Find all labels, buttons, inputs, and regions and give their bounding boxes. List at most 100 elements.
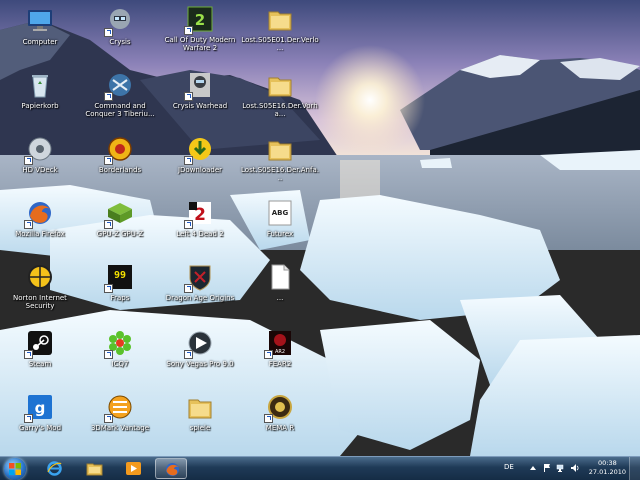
folder-icon [265,70,295,100]
desktop-icon-jdownloader[interactable]: JDownloader [161,134,239,186]
fear2-icon: AR2 [264,328,295,359]
steam-icon [24,328,55,359]
svg-text:ABG: ABG [272,209,289,217]
icon-label: Computer [22,38,58,46]
volume-icon[interactable] [570,463,580,473]
network-icon[interactable] [556,463,566,473]
game-icon [264,392,295,423]
icon-label: Mozilla Firefox [15,230,65,238]
desktop-icon-blank-file[interactable]: ... [241,262,319,314]
desktop-icon-cnc3[interactable]: Command and Conquer 3 Tiberiu... [81,70,159,122]
fraps-icon: 99 [104,262,135,293]
icon-label: Papierkorb [21,102,59,110]
icon-label: Steam [28,360,52,368]
icon-label: FEAR2 [268,360,292,368]
desktop-icon-norton[interactable]: Norton Internet Security [1,262,79,314]
taskbar-internet-explorer[interactable] [38,458,70,479]
garrys-mod-icon: g [24,392,55,423]
icon-label: GPU-Z GPU-Z [96,230,144,238]
clock-time: 00:38 [598,459,617,467]
start-button[interactable] [4,458,26,480]
norton-icon [25,262,55,292]
desktop-icon-spiele[interactable]: spiele [161,392,239,444]
taskbar-windows-explorer[interactable] [78,458,110,479]
taskbar-firefox[interactable] [155,458,187,479]
desktop-icon-futurex[interactable]: ABG Futurex [241,198,319,250]
text-document-icon: ABG [265,198,295,228]
crysis-icon [104,6,135,37]
gpu-z-icon [104,198,135,229]
desktop-icon-mema-r[interactable]: MEMA R [241,392,319,444]
show-desktop-button[interactable] [629,457,640,480]
show-hidden-icons-icon[interactable] [528,463,538,473]
desktop-icon-crysis[interactable]: Crysis [81,6,159,58]
taskbar-media-player[interactable] [117,458,149,479]
icon-label: spiele [189,424,211,432]
3dmark-icon [104,392,135,423]
icon-label: Lost.S05E01.Der.Verlo... [241,36,319,52]
icon-label: Sony Vegas Pro 9.0 [166,360,234,368]
desktop-icon-crysis-warhead[interactable]: Crysis Warhead [161,70,239,122]
icon-label: ICQ7 [111,360,129,368]
internet-explorer-icon [47,461,62,476]
icon-label: Borderlands [98,166,142,174]
desktop-icon-sony-vegas[interactable]: Sony Vegas Pro 9.0 [161,328,239,380]
crysis-warhead-icon [184,70,215,101]
desktop-icon-dragon-age[interactable]: Dragon Age Origins [161,262,239,314]
desktop-icon-computer[interactable]: Computer [1,6,79,58]
desktop-icon-borderlands[interactable]: Borderlands [81,134,159,186]
blank-file-icon [265,262,295,292]
desktop-icon-gpu-z[interactable]: GPU-Z GPU-Z [81,198,159,250]
icon-label: 3DMark Vantage [90,424,150,432]
icon-label: Left 4 Dead 2 [176,230,224,238]
desktop-icon-lost-s05e01[interactable]: Lost.S05E01.Der.Verlo... [241,4,319,56]
icon-label: HD VDeck [22,166,58,174]
icon-label: ... [276,294,284,302]
desktop-icon-hd-vdeck[interactable]: HD VDeck [1,134,79,186]
icon-label: Command and Conquer 3 Tiberiu... [85,102,155,118]
system-tray: DE 00:38 27.01.2010 [500,457,640,480]
folder-icon [185,392,215,422]
folder-icon [265,4,295,34]
desktop-icon-icq[interactable]: ICQ7 [81,328,159,380]
taskbar: DE 00:38 27.01.2010 [0,456,640,480]
icon-label: Norton Internet Security [13,294,67,310]
language-indicator[interactable]: DE [504,463,514,471]
dragon-age-icon [184,262,215,293]
desktop-icon-garrys-mod[interactable]: g Garry's Mod [1,392,79,444]
desktop-icon-fear2[interactable]: AR2 FEAR2 [241,328,319,380]
windows-logo-icon [9,463,21,475]
desktop-icon-fraps[interactable]: 99 Fraps [81,262,159,314]
cnc3-icon [104,70,135,101]
icq-icon [104,328,135,359]
icon-label: Futurex [266,230,294,238]
icon-label: MEMA R [265,424,295,432]
desktop-icon-recycle-bin[interactable]: Papierkorb [1,70,79,122]
clock[interactable]: 00:38 27.01.2010 [589,459,626,477]
desktop-icon-lost-s05e16-anfa[interactable]: Lost.S05E16.Der.Anfa... [241,134,319,186]
icon-label: Garry's Mod [18,424,62,432]
icon-label: Call Of Duty Modern Warfare 2 [164,36,236,52]
cod-mw2-icon: 2 [184,4,215,35]
action-center-flag-icon[interactable] [542,463,552,473]
desktop-icon-lost-s05e16-vorha[interactable]: Lost.S05E16.Der.Vorha... [241,70,319,122]
icon-label: JDownloader [177,166,223,174]
tray-icons [528,463,588,475]
clock-date: 27.01.2010 [588,468,626,476]
hd-vdeck-icon [24,134,55,165]
icon-label: Lost.S05E16.Der.Vorha... [242,102,318,118]
icon-label: Fraps [110,294,130,302]
desktop-icon-steam[interactable]: Steam [1,328,79,380]
desktop-icon-cod-mw2[interactable]: 2 Call Of Duty Modern Warfare 2 [161,4,239,56]
svg-text:AR2: AR2 [275,349,285,355]
desktop-icon-firefox[interactable]: Mozilla Firefox [1,198,79,250]
desktop-icon-3dmark[interactable]: 3DMark Vantage [81,392,159,444]
firefox-icon [24,198,55,229]
svg-text:99: 99 [114,270,126,281]
icon-label: Crysis Warhead [172,102,228,110]
media-player-icon [126,462,141,475]
svg-text:2: 2 [195,11,205,29]
desktop-icon-left4dead2[interactable]: 2 Left 4 Dead 2 [161,198,239,250]
sony-vegas-icon [184,328,215,359]
left4dead2-icon: 2 [184,198,215,229]
